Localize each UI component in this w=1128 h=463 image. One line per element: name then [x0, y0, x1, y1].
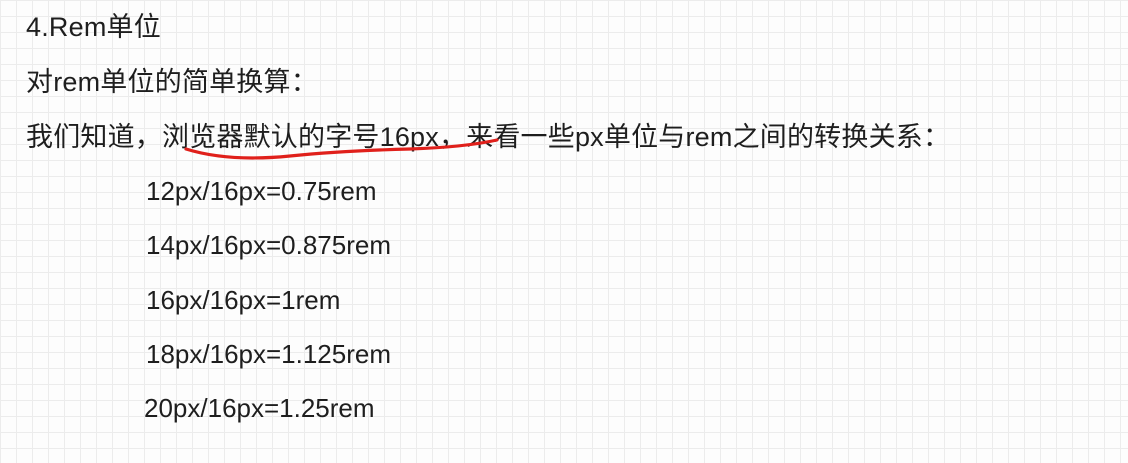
conversion-line: 20px/16px=1.25rem — [144, 393, 375, 423]
conversion-line: 16px/16px=1rem — [146, 285, 341, 315]
conversion-line: 18px/16px=1.125rem — [146, 339, 392, 369]
document-page: 4.Rem单位 对rem单位的简单换算： 我们知道，浏览器默认的字号16px，来… — [0, 0, 1128, 463]
paragraph-before: 我们知道， — [26, 122, 162, 152]
section-heading: 4.Rem单位 — [26, 12, 161, 42]
conversion-line: 14px/16px=0.875rem — [146, 230, 392, 260]
paragraph: 我们知道，浏览器默认的字号16px，来看一些px单位与rem之间的转换关系： — [26, 121, 950, 153]
paragraph-after: ，来看一些px单位与rem之间的转换关系： — [438, 122, 951, 152]
paragraph-highlight: 浏览器默认的字号16px — [162, 122, 439, 152]
intro-text: 对rem单位的简单换算： — [26, 67, 318, 97]
conversion-line: 12px/16px=0.75rem — [146, 176, 377, 206]
